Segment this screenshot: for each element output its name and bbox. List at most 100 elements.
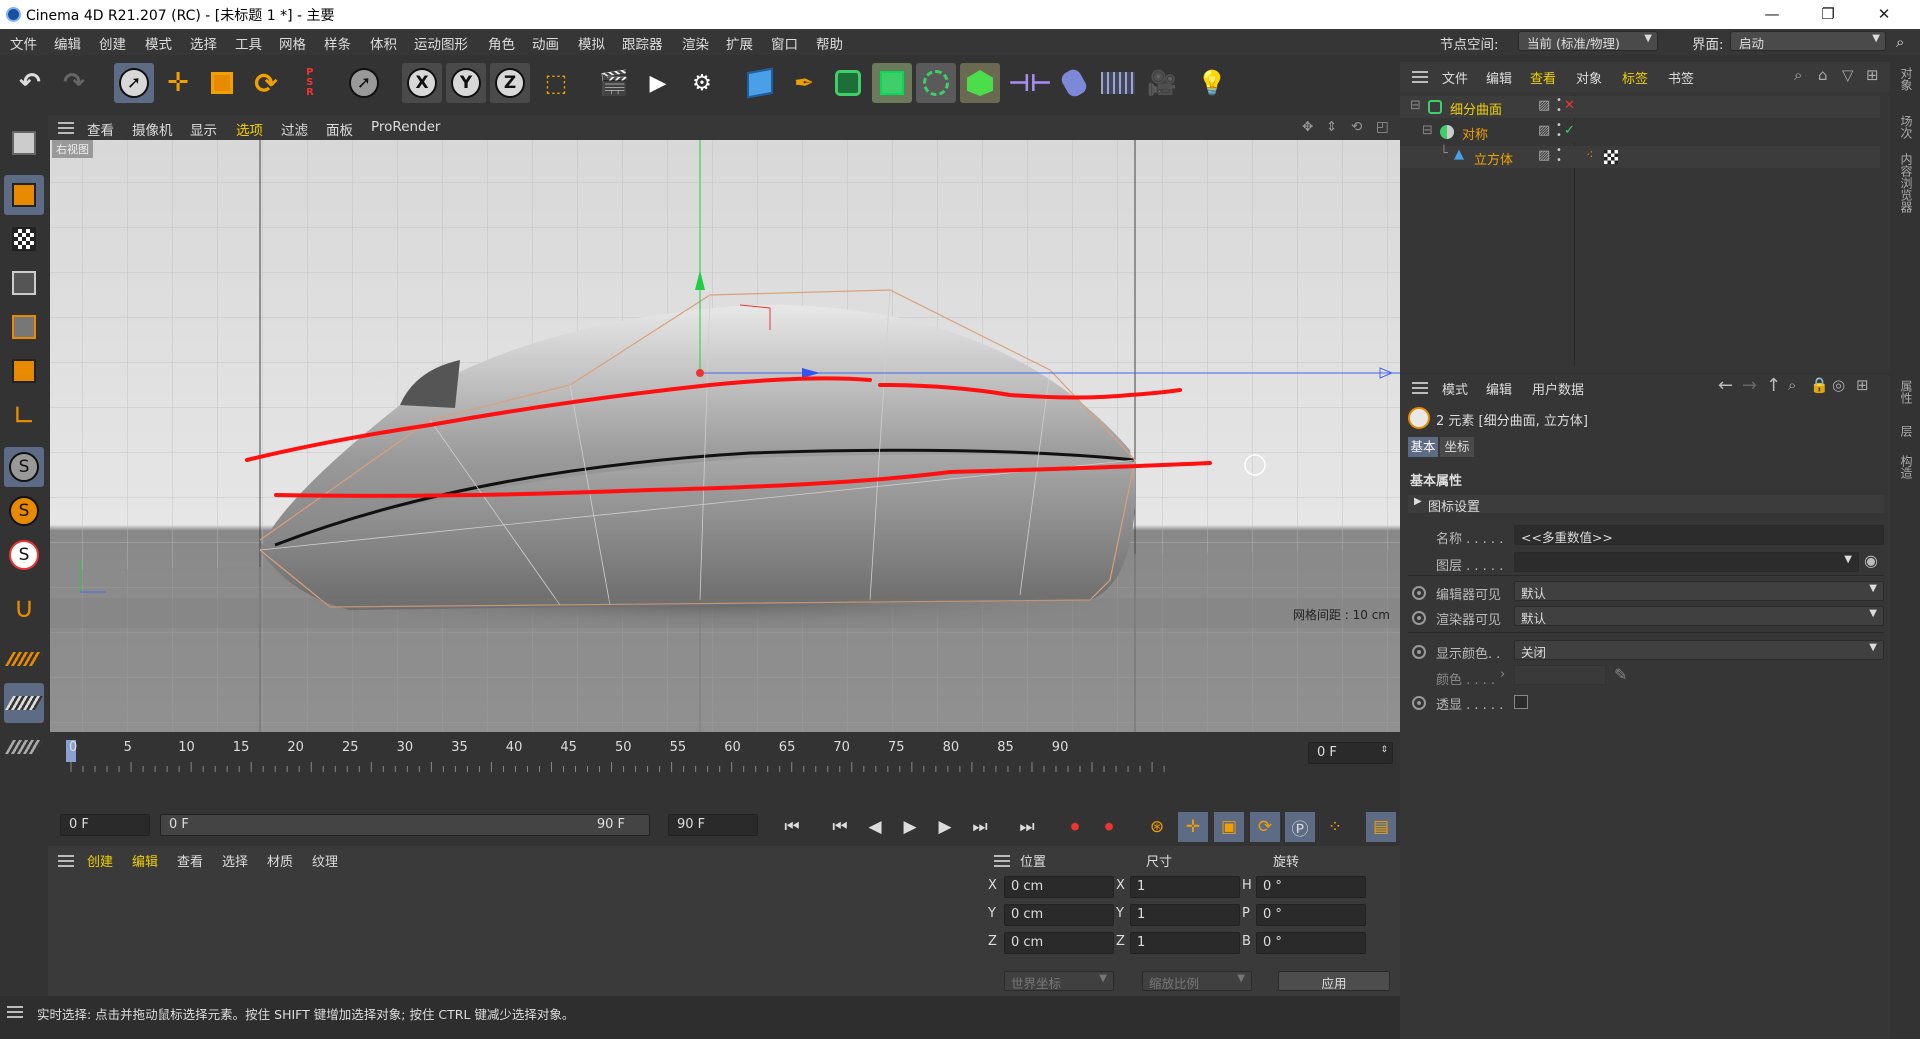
- coord-hamburger-icon[interactable]: [994, 855, 1010, 867]
- rot-p-field[interactable]: 0 °: [1256, 904, 1366, 926]
- nodespace-select[interactable]: 当前 (标准/物理) ▼: [1518, 31, 1658, 51]
- play-icon[interactable]: ▶: [895, 812, 925, 842]
- menu-simulate[interactable]: 模拟: [578, 33, 605, 53]
- vp-move-icon[interactable]: ✥: [1302, 119, 1313, 135]
- display-color-anim-icon[interactable]: [1412, 645, 1426, 659]
- tab-layers[interactable]: 层: [1898, 425, 1915, 437]
- menu-mode[interactable]: 模式: [145, 33, 172, 53]
- psr-tool-icon[interactable]: PSR: [290, 63, 330, 103]
- menu-edit[interactable]: 编辑: [54, 33, 81, 53]
- prev-frame-icon[interactable]: ◀: [860, 812, 890, 842]
- om-menu-file[interactable]: 文件: [1442, 68, 1468, 87]
- object-row-cube[interactable]: └ ▲ 立方体 ▨ • • ⁖: [1400, 146, 1880, 168]
- vp-menu-prorender[interactable]: ProRender: [371, 119, 440, 135]
- am-new-window-icon[interactable]: ⊞: [1856, 376, 1869, 394]
- snap-mode-icon[interactable]: S: [4, 535, 44, 575]
- edit-state-icon[interactable]: ▨: [1538, 148, 1550, 163]
- next-key-icon[interactable]: ⏭: [965, 812, 995, 842]
- pos-y-field[interactable]: 0 cm: [1004, 904, 1114, 926]
- bend-deformer-icon[interactable]: [1054, 63, 1094, 103]
- mat-menu-create[interactable]: 创建: [87, 851, 113, 870]
- om-filter-icon[interactable]: ▽: [1842, 66, 1854, 84]
- menu-file[interactable]: 文件: [10, 33, 37, 53]
- forward-arrow-icon[interactable]: →: [1742, 375, 1757, 396]
- render-visible-select[interactable]: 默认 ▼: [1514, 606, 1884, 626]
- layer-picker-icon[interactable]: ◉: [1864, 551, 1878, 570]
- prev-key-icon[interactable]: ⏮: [825, 812, 855, 842]
- mat-menu-select[interactable]: 选择: [222, 851, 248, 870]
- rot-b-field[interactable]: 0 °: [1256, 932, 1366, 954]
- menu-create[interactable]: 创建: [99, 33, 126, 53]
- menu-character[interactable]: 角色: [488, 33, 515, 53]
- deformer-icon[interactable]: ⊣⊢: [1008, 63, 1052, 103]
- attr-hamburger-icon[interactable]: [1412, 382, 1428, 394]
- editor-visible-anim-icon[interactable]: [1412, 586, 1426, 600]
- record-icon[interactable]: ⏺: [1060, 812, 1090, 842]
- visibility-dots-icon[interactable]: • •: [1556, 146, 1562, 166]
- axis-mode-icon[interactable]: ∟: [4, 395, 44, 435]
- viewport-3d[interactable]: 右视图 网格间距 : 10 cm: [50, 140, 1400, 732]
- timeline[interactable]: 0 5 10 15 20 25 30 35 40 45 50 55 60 65 70 75 80 85 90 0 F…: [48, 732, 1400, 804]
- redo-icon[interactable]: ↷: [54, 63, 94, 103]
- z-axis-lock-icon[interactable]: Z: [490, 63, 530, 103]
- menu-animation[interactable]: 动画: [532, 33, 559, 53]
- start-frame-field[interactable]: 0 F: [60, 814, 150, 836]
- menu-select[interactable]: 选择: [190, 33, 217, 53]
- polygons-mode-icon[interactable]: [4, 351, 44, 391]
- menu-spline[interactable]: 样条: [324, 33, 351, 53]
- undo-icon[interactable]: ↶: [10, 63, 50, 103]
- auto-key-icon[interactable]: ⏺: [1094, 812, 1124, 842]
- floor-object-icon[interactable]: [1098, 63, 1138, 103]
- light-icon[interactable]: 💡: [1192, 63, 1232, 103]
- next-frame-icon[interactable]: ▶: [930, 812, 960, 842]
- render-settings-icon[interactable]: ⚙: [682, 63, 722, 103]
- size-z-field[interactable]: 1: [1130, 932, 1240, 954]
- am-search-icon[interactable]: ⌕: [1788, 376, 1796, 394]
- material-tag-icon[interactable]: [1604, 150, 1618, 164]
- locked-workplane-icon[interactable]: [4, 683, 44, 723]
- menu-volume[interactable]: 体积: [370, 33, 397, 53]
- tab-coordinates[interactable]: 坐标: [1440, 437, 1474, 457]
- display-color-select[interactable]: 关闭 ▼: [1514, 640, 1884, 660]
- vp-zoom-icon[interactable]: ⇕: [1326, 119, 1337, 135]
- end-frame-field[interactable]: 90 F: [668, 814, 758, 836]
- am-target-icon[interactable]: ◎: [1832, 376, 1845, 394]
- snap-enable-icon[interactable]: S: [4, 447, 44, 487]
- vp-rotate-icon[interactable]: ⟲: [1351, 119, 1362, 135]
- xray-anim-icon[interactable]: [1412, 696, 1426, 710]
- menu-mograph[interactable]: 运动图形: [414, 33, 468, 53]
- vp-menu-filter[interactable]: 过滤: [281, 119, 308, 139]
- rot-h-field[interactable]: 0 °: [1256, 876, 1366, 898]
- cloner-icon[interactable]: [916, 63, 956, 103]
- layout-select[interactable]: 启动 ▼: [1730, 31, 1886, 51]
- frame-range-slider[interactable]: 0 F 90 F: [160, 814, 650, 836]
- key-rotation-icon[interactable]: ⟳: [1250, 812, 1280, 842]
- coordinate-system-icon[interactable]: ⬚: [536, 63, 576, 103]
- name-field[interactable]: <<多重数值>>: [1514, 525, 1884, 545]
- planar-workplane-icon[interactable]: [4, 727, 44, 767]
- menu-mesh[interactable]: 网格: [279, 33, 306, 53]
- subdivision-surface-icon[interactable]: [828, 63, 868, 103]
- timeline-window-icon[interactable]: ▤: [1366, 812, 1396, 842]
- y-axis-lock-icon[interactable]: Y: [446, 63, 486, 103]
- object-row-subdivision[interactable]: ⊟ 细分曲面 ▨ • • ✕: [1400, 96, 1880, 118]
- tab-attributes[interactable]: 属性: [1898, 380, 1915, 404]
- am-menu-edit[interactable]: 编辑: [1486, 379, 1512, 398]
- model-mode-icon[interactable]: [4, 175, 44, 215]
- recent-tool-icon[interactable]: ➚: [344, 63, 384, 103]
- x-axis-lock-icon[interactable]: X: [402, 63, 442, 103]
- key-pla-icon[interactable]: ⁘: [1320, 812, 1350, 842]
- edges-mode-icon[interactable]: [4, 307, 44, 347]
- key-param-icon[interactable]: Ⓟ: [1285, 812, 1315, 842]
- coord-space-select[interactable]: 世界坐标 ▼: [1004, 971, 1114, 991]
- scale-tool-icon[interactable]: [202, 63, 242, 103]
- vp-menu-cameras[interactable]: 摄像机: [132, 119, 173, 139]
- mat-menu-material[interactable]: 材质: [267, 851, 293, 870]
- texture-mode-icon[interactable]: [4, 219, 44, 259]
- extrude-generator-icon[interactable]: [872, 63, 912, 103]
- editor-visible-select[interactable]: 默认 ▼: [1514, 581, 1884, 601]
- om-home-icon[interactable]: ⌂: [1818, 66, 1828, 84]
- camera-icon[interactable]: 🎥: [1142, 63, 1182, 103]
- menu-window[interactable]: 窗口: [771, 33, 798, 53]
- scale-mode-select[interactable]: 缩放比例 ▼: [1142, 971, 1252, 991]
